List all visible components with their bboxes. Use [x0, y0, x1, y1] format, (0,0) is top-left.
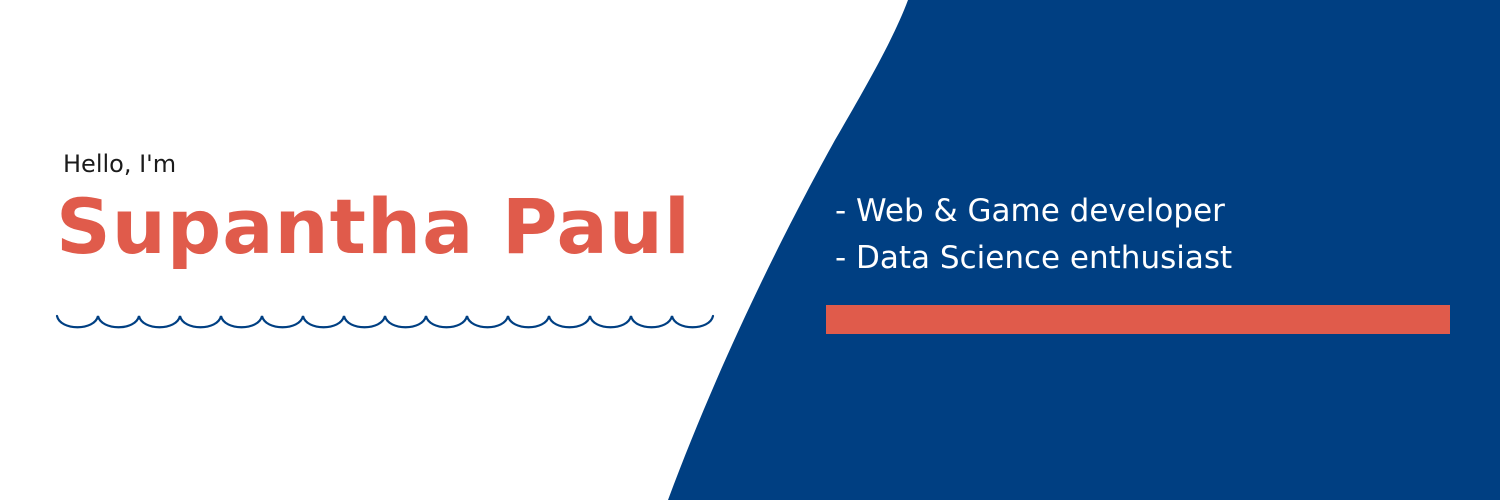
role-item: - Web & Game developer	[835, 193, 1225, 229]
name-heading: Supantha Paul	[56, 182, 691, 271]
roles-list: - Web & Game developer - Data Science en…	[835, 188, 1232, 282]
greeting-text: Hello, I'm	[63, 150, 177, 178]
wave-divider	[55, 314, 715, 329]
accent-bar	[826, 305, 1450, 334]
role-item: - Data Science enthusiast	[835, 240, 1233, 276]
profile-banner: Hello, I'm Supantha Paul - Web & Game de…	[0, 0, 1500, 500]
